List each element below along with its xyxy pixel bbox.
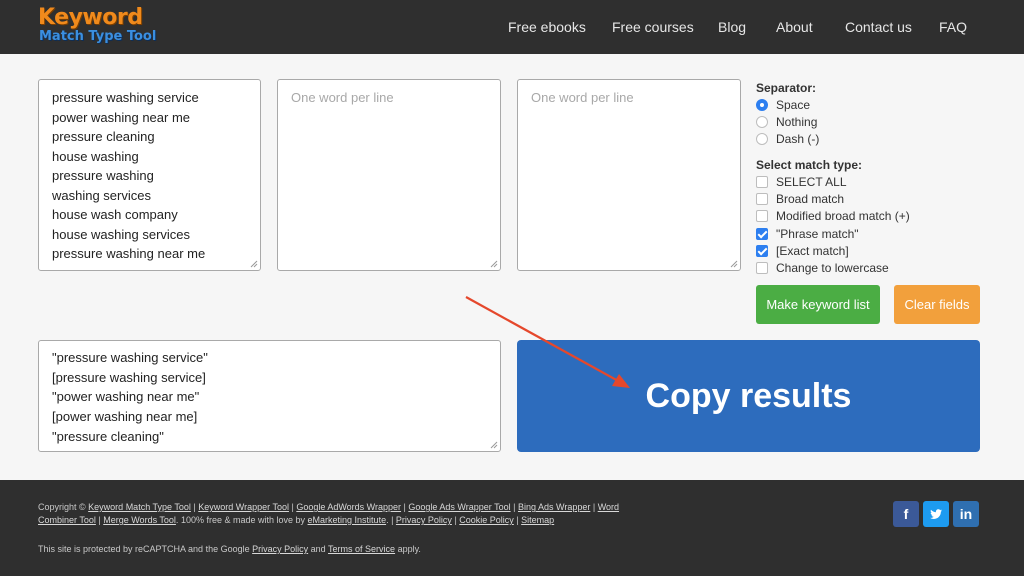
- input-line: house washing services: [52, 227, 191, 242]
- separator-option-dash[interactable]: Dash (-): [756, 132, 896, 146]
- footer-link[interactable]: Combiner Tool: [38, 515, 96, 525]
- footer-link[interactable]: Google AdWords Wrapper: [296, 502, 401, 512]
- copyright-text: Copyright ©: [38, 502, 86, 512]
- footer-brand-link[interactable]: eMarketing Institute: [308, 515, 387, 525]
- option-label: Dash (-): [776, 132, 820, 146]
- option-label: Change to lowercase: [776, 261, 889, 275]
- footer-link[interactable]: Google Ads Wrapper Tool: [408, 502, 510, 512]
- input-line: house washing: [52, 149, 139, 164]
- option-label: Modified broad match (+): [776, 209, 910, 223]
- keyword-list-input-2[interactable]: One word per line: [277, 79, 501, 271]
- recaptcha-terms-link[interactable]: Terms of Service: [328, 544, 395, 554]
- footer-link[interactable]: Bing Ads Wrapper: [518, 502, 590, 512]
- make-keyword-list-button[interactable]: Make keyword list: [756, 285, 880, 324]
- footer-link[interactable]: Sitemap: [521, 515, 554, 525]
- annotation-arrow-icon: [465, 296, 630, 388]
- checkbox-checked-icon[interactable]: [756, 245, 768, 257]
- match-option-phrase[interactable]: "Phrase match": [756, 227, 956, 241]
- logo-title: Keyword: [38, 5, 143, 30]
- footer-link[interactable]: Merge Words Tool: [103, 515, 176, 525]
- footer-link[interactable]: Cookie Policy: [459, 515, 514, 525]
- nav-link-blog[interactable]: Blog: [718, 0, 746, 54]
- resize-grip-icon[interactable]: [490, 441, 498, 449]
- match-option-select-all[interactable]: SELECT ALL: [756, 175, 956, 189]
- checkbox-icon[interactable]: [756, 176, 768, 188]
- option-label: Space: [776, 98, 811, 112]
- footer-links-line-2: Combiner Tool | Merge Words Tool. 100% f…: [38, 515, 555, 525]
- recaptcha-suffix-text: apply.: [397, 544, 421, 554]
- footer-links-line-1: Copyright © Keyword Match Type Tool | Ke…: [38, 502, 620, 512]
- radio-selected-icon[interactable]: [756, 99, 768, 111]
- input-placeholder: One word per line: [531, 90, 634, 105]
- checkbox-checked-icon[interactable]: [756, 228, 768, 240]
- input-line: pressure washing: [52, 168, 154, 183]
- resize-grip-icon[interactable]: [490, 260, 498, 268]
- checkbox-icon[interactable]: [756, 193, 768, 205]
- nav-link-about[interactable]: About: [776, 0, 813, 54]
- footer-link[interactable]: Keyword Wrapper Tool: [198, 502, 289, 512]
- resize-grip-icon[interactable]: [730, 260, 738, 268]
- option-label: [Exact match]: [776, 244, 849, 258]
- nav-link-faq[interactable]: FAQ: [939, 0, 967, 54]
- nav-link-free-ebooks[interactable]: Free ebooks: [508, 0, 586, 54]
- result-line: "pressure cleaning": [52, 429, 164, 444]
- option-label: SELECT ALL: [776, 175, 847, 189]
- recaptcha-notice: This site is protected by reCAPTCHA and …: [38, 543, 421, 555]
- result-line: "power washing near me": [52, 389, 200, 404]
- keyword-list-input-1[interactable]: pressure washing service power washing n…: [38, 79, 261, 271]
- footer-link[interactable]: Keyword Match Type Tool: [88, 502, 191, 512]
- site-logo[interactable]: Keyword Match Type Tool: [38, 6, 156, 48]
- input-placeholder: One word per line: [291, 90, 394, 105]
- resize-grip-icon[interactable]: [250, 260, 258, 268]
- nav-link-contact-us[interactable]: Contact us: [845, 0, 912, 54]
- input-line: pressure washing near me: [52, 246, 206, 261]
- result-line: "pressure washing service": [52, 350, 208, 365]
- keyword-list-input-3[interactable]: One word per line: [517, 79, 741, 271]
- nav-link-free-courses[interactable]: Free courses: [612, 0, 694, 54]
- result-line: [pressure washing service]: [52, 370, 206, 385]
- footer-link[interactable]: Privacy Policy: [396, 515, 452, 525]
- logo-subtitle: Match Type Tool: [39, 29, 157, 44]
- option-label: Broad match: [776, 192, 845, 206]
- match-option-exact[interactable]: [Exact match]: [756, 244, 956, 258]
- match-type-title: Select match type:: [756, 158, 863, 172]
- input-line: house wash company: [52, 207, 178, 222]
- option-label: "Phrase match": [776, 227, 859, 241]
- match-option-broad[interactable]: Broad match: [756, 192, 956, 206]
- radio-icon[interactable]: [756, 116, 768, 128]
- twitter-icon[interactable]: [923, 501, 949, 527]
- separator-title: Separator:: [756, 81, 817, 95]
- clear-fields-button[interactable]: Clear fields: [894, 285, 980, 324]
- option-change-to-lowercase[interactable]: Change to lowercase: [756, 261, 956, 275]
- recaptcha-text: This site is protected by reCAPTCHA and …: [38, 544, 250, 554]
- radio-icon[interactable]: [756, 133, 768, 145]
- top-navigation-bar: Keyword Match Type Tool Free ebooks Free…: [0, 0, 1024, 54]
- input-line: washing services: [52, 188, 151, 203]
- input-line: power washing near me: [52, 110, 191, 125]
- input-line: pressure cleaning: [52, 129, 155, 144]
- page-footer: Copyright © Keyword Match Type Tool | Ke…: [0, 480, 1024, 576]
- input-line: pressure washing service: [52, 90, 199, 105]
- result-line: [power washing near me]: [52, 409, 198, 424]
- match-option-modified-broad[interactable]: Modified broad match (+): [756, 209, 956, 223]
- facebook-icon[interactable]: f: [893, 501, 919, 527]
- separator-option-space[interactable]: Space: [756, 98, 896, 112]
- linkedin-icon[interactable]: in: [953, 501, 979, 527]
- checkbox-icon[interactable]: [756, 210, 768, 222]
- checkbox-icon[interactable]: [756, 262, 768, 274]
- footer-free-text: 100% free & made with love by: [180, 515, 306, 525]
- separator-option-nothing[interactable]: Nothing: [756, 115, 896, 129]
- recaptcha-and-text: and: [310, 544, 326, 554]
- recaptcha-privacy-link[interactable]: Privacy Policy: [252, 544, 308, 554]
- footer-link[interactable]: Word: [598, 502, 619, 512]
- results-output[interactable]: "pressure washing service" [pressure was…: [38, 340, 501, 452]
- option-label: Nothing: [776, 115, 818, 129]
